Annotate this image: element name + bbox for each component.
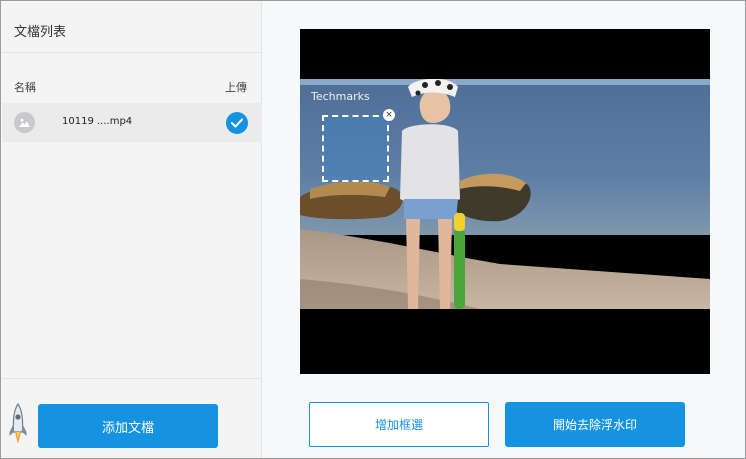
- panel-title: 文檔列表: [14, 25, 67, 40]
- app-window: 文檔列表 名稱 上傳 10119 ....mp4 添加文檔 Techmarks …: [0, 0, 746, 459]
- rocket-icon: [9, 402, 27, 444]
- start-remove-watermark-button[interactable]: 開始去除浮水印: [505, 402, 685, 447]
- video-preview[interactable]: Techmarks ×: [300, 29, 710, 374]
- column-header-upload: 上傳: [225, 81, 247, 94]
- divider: [2, 378, 262, 379]
- file-name: 10119 ....mp4: [62, 116, 133, 127]
- video-frame-image: [300, 79, 710, 309]
- image-placeholder-icon: [14, 112, 35, 133]
- video-frame: Techmarks ×: [300, 79, 710, 309]
- add-selection-button[interactable]: 增加框選: [309, 402, 489, 447]
- check-circle-icon: [226, 112, 248, 134]
- file-list-item[interactable]: 10119 ....mp4: [2, 103, 262, 142]
- file-list-panel: 文檔列表 名稱 上傳 10119 ....mp4 添加文檔: [2, 2, 262, 458]
- divider: [2, 52, 262, 53]
- watermark-selection-box[interactable]: [322, 115, 389, 182]
- watermark-text: Techmarks: [311, 90, 370, 103]
- column-header-name: 名稱: [14, 81, 36, 94]
- add-file-button[interactable]: 添加文檔: [38, 404, 218, 448]
- preview-panel: Techmarks × 增加框選 開始去除浮水印: [263, 2, 745, 458]
- close-icon[interactable]: ×: [383, 109, 395, 121]
